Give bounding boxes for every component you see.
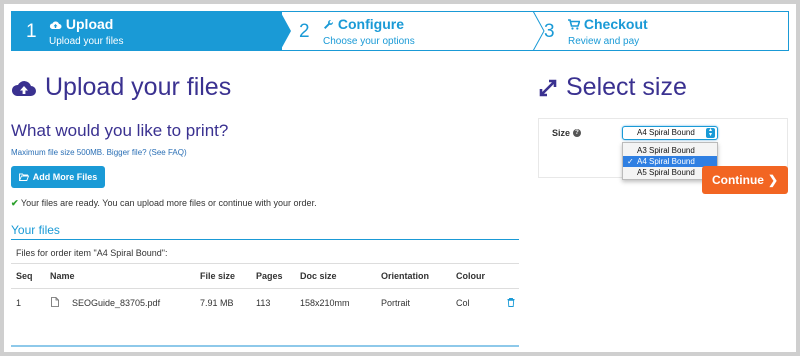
step-title-text: Upload bbox=[65, 16, 114, 32]
wrench-icon bbox=[324, 19, 334, 29]
cell-seq: 1 bbox=[16, 298, 22, 308]
size-label: Size ? bbox=[552, 128, 582, 138]
size-option-label: A4 Spiral Bound bbox=[637, 157, 695, 166]
check-icon: ✔ bbox=[11, 198, 19, 208]
size-option[interactable]: A3 Spiral Bound bbox=[623, 145, 717, 156]
step-title-text: Configure bbox=[337, 16, 404, 32]
column-header-colour: Colour bbox=[456, 271, 485, 281]
step-title: Configure bbox=[323, 16, 404, 32]
cart-icon bbox=[568, 19, 581, 30]
trash-icon[interactable] bbox=[507, 298, 515, 307]
cloud-upload-icon bbox=[11, 80, 36, 96]
file-pdf-icon bbox=[51, 297, 59, 307]
order-item-label: Files for order item "A4 Spiral Bound": bbox=[16, 248, 168, 258]
step-title: Checkout bbox=[568, 16, 648, 32]
column-header-doc-size: Doc size bbox=[300, 271, 337, 281]
add-more-files-button[interactable]: Add More Files bbox=[11, 166, 105, 188]
max-file-size-link[interactable]: Maximum file size 500MB. Bigger file? (S… bbox=[11, 148, 187, 157]
step-subtitle: Upload your files bbox=[49, 36, 124, 47]
updown-arrow-icon: ▴ ▾ bbox=[706, 127, 715, 138]
size-label-text: Size bbox=[552, 128, 571, 138]
help-icon[interactable]: ? bbox=[573, 129, 582, 137]
cell-file-size: 7.91 MB bbox=[200, 298, 234, 308]
step-number: 1 bbox=[26, 21, 37, 42]
step-arrow bbox=[280, 11, 291, 51]
cell-pages: 113 bbox=[256, 298, 271, 308]
divider bbox=[11, 239, 519, 240]
folder-open-icon bbox=[18, 173, 29, 181]
continue-label: Continue bbox=[711, 173, 764, 187]
step-number: 3 bbox=[544, 21, 555, 42]
cell-colour: Col bbox=[456, 298, 470, 308]
cell-file-name: SEOGuide_83705.pdf bbox=[72, 298, 161, 308]
upload-heading-text: Upload your files bbox=[45, 73, 232, 101]
cell-orientation: Portrait bbox=[381, 298, 411, 308]
column-header-pages: Pages bbox=[256, 271, 283, 281]
divider bbox=[11, 345, 519, 347]
checkmark-icon: ✓ bbox=[627, 157, 634, 166]
chevron-right-icon: ❯ bbox=[767, 173, 779, 187]
continue-button[interactable]: Continue ❯ bbox=[702, 166, 788, 194]
files-ready-message: ✔ Your files are ready. You can upload m… bbox=[11, 198, 317, 209]
divider bbox=[11, 263, 519, 264]
size-select-value: A4 Spiral Bound bbox=[637, 128, 695, 137]
files-ready-text: Your files are ready. You can upload mor… bbox=[20, 198, 317, 208]
print-question: What would you like to print? bbox=[11, 121, 229, 140]
size-select[interactable]: A4 Spiral Bound ▴ ▾ bbox=[622, 126, 718, 140]
step-configure[interactable]: 2 Configure Choose your options bbox=[294, 12, 534, 50]
step-subtitle: Choose your options bbox=[323, 36, 415, 47]
column-header-orientation: Orientation bbox=[381, 271, 430, 281]
step-upload[interactable]: 1 Upload Upload your files bbox=[12, 12, 282, 50]
step-checkout[interactable]: 3 Checkout Review and pay bbox=[540, 12, 790, 50]
column-header-seq: Seq bbox=[16, 271, 33, 281]
progress-steps: 1 Upload Upload your files 2 Configure C… bbox=[11, 11, 789, 51]
select-size-heading: Select size bbox=[538, 73, 687, 102]
column-header-name: Name bbox=[50, 271, 75, 281]
upload-heading: Upload your files bbox=[11, 73, 231, 102]
column-header-file-size: File size bbox=[200, 271, 236, 281]
divider bbox=[11, 288, 519, 289]
step-title-text: Checkout bbox=[583, 16, 648, 32]
step-number: 2 bbox=[299, 21, 310, 42]
select-size-heading-text: Select size bbox=[566, 73, 687, 101]
step-title: Upload bbox=[49, 16, 113, 32]
cell-doc-size: 158x210mm bbox=[300, 298, 350, 308]
step-subtitle: Review and pay bbox=[568, 36, 640, 47]
your-files-heading: Your files bbox=[11, 223, 60, 237]
add-more-files-label: Add More Files bbox=[32, 172, 98, 182]
expand-icon bbox=[539, 79, 557, 96]
cloud-upload-icon bbox=[49, 21, 62, 29]
